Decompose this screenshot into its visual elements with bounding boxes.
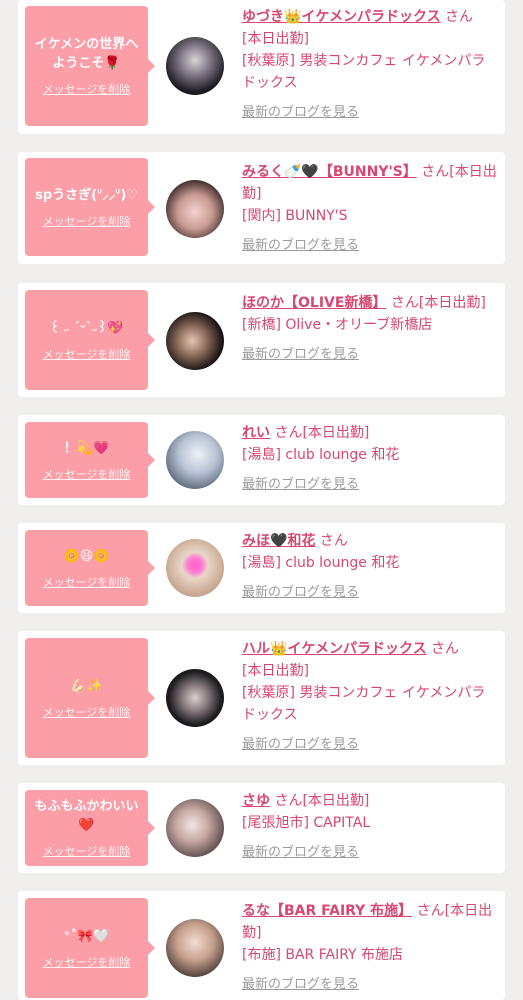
- latest-blog-link[interactable]: 最新のブログを見る: [242, 235, 498, 257]
- message-card: ！💫💗 メッセージを削除 れい さん[本日出勤] [湯島] club loung…: [18, 415, 505, 505]
- message-text: ꒰ ˶ ˊᵕˋ˶꒱💖: [49, 320, 124, 336]
- message-bubble: ！💫💗 メッセージを削除: [25, 422, 155, 498]
- honorific: さん: [390, 295, 419, 311]
- cast-name-link[interactable]: ほのか【OLIVE新橋】: [242, 295, 386, 311]
- cast-info: みほ🖤和花 さん [湯島] club lounge 和花 最新のブログを見る: [242, 530, 498, 604]
- cast-name-link[interactable]: れい: [242, 425, 270, 441]
- cast-info: さゆ さん[本日出勤] [尾張旭市] CAPITAL 最新のブログを見る: [242, 790, 498, 864]
- delete-message-link[interactable]: メッセージを削除: [43, 466, 131, 482]
- honorific: さん: [416, 903, 445, 919]
- message-bubble: spうさぎ(ᐡ⸝⸝ᐡ)♡ メッセージを削除: [25, 158, 155, 256]
- message-bubble: 💪🏻✨ メッセージを削除: [25, 638, 155, 758]
- avatar[interactable]: [166, 180, 224, 238]
- message-card: ⁺˚🎀🤍 メッセージを削除 るな【BAR FAIRY 布施】 さん[本日出勤] …: [18, 891, 505, 1000]
- shop-name: [関内] BUNNY'S: [242, 208, 348, 224]
- latest-blog-link[interactable]: 最新のブログを見る: [242, 474, 498, 496]
- work-status: [本日出勤]: [242, 31, 309, 47]
- avatar[interactable]: [166, 919, 224, 977]
- cast-name-link[interactable]: ハル👑イケメンパラドックス: [242, 641, 427, 657]
- delete-message-link[interactable]: メッセージを削除: [43, 81, 131, 97]
- shop-name: [湯島] club lounge 和花: [242, 447, 400, 463]
- message-card: spうさぎ(ᐡ⸝⸝ᐡ)♡ メッセージを削除 みるく🍼🖤【BUNNY'S】 さん[…: [18, 152, 505, 264]
- cast-info: みるく🍼🖤【BUNNY'S】 さん[本日出勤] [関内] BUNNY'S 最新の…: [242, 161, 498, 257]
- cast-name-link[interactable]: みるく🍼🖤【BUNNY'S】: [242, 164, 417, 180]
- cast-name-link[interactable]: ゆづき👑イケメンパラドックス: [242, 9, 441, 25]
- latest-blog-link[interactable]: 最新のブログを見る: [242, 734, 498, 756]
- avatar[interactable]: [166, 431, 224, 489]
- message-card: ꒰ ˶ ˊᵕˋ˶꒱💖 メッセージを削除 ほのか【OLIVE新橋】 さん[本日出勤…: [18, 283, 505, 397]
- shop-name: [新橋] Olive・オリーブ新橋店: [242, 317, 433, 333]
- message-bubble: ⁺˚🎀🤍 メッセージを削除: [25, 898, 155, 998]
- cast-name-link[interactable]: るな【BAR FAIRY 布施】: [242, 903, 412, 919]
- message-text: spうさぎ(ᐡ⸝⸝ᐡ)♡: [35, 187, 138, 203]
- honorific: さん: [319, 533, 348, 549]
- honorific: さん: [274, 425, 303, 441]
- message-text: ⁺˚🎀🤍: [63, 928, 110, 944]
- message-text: ！💫💗: [63, 440, 110, 456]
- honorific: さん: [274, 793, 303, 809]
- latest-blog-link[interactable]: 最新のブログを見る: [242, 974, 498, 996]
- avatar[interactable]: [166, 799, 224, 857]
- avatar[interactable]: [166, 37, 224, 95]
- work-status: [本日出勤]: [302, 425, 370, 441]
- honorific: さん: [445, 9, 474, 25]
- honorific: さん: [431, 641, 460, 657]
- avatar[interactable]: [166, 539, 224, 597]
- delete-message-link[interactable]: メッセージを削除: [43, 346, 131, 362]
- message-bubble: ꒰ ˶ ˊᵕˋ˶꒱💖 メッセージを削除: [25, 290, 155, 390]
- honorific: さん: [421, 164, 450, 180]
- shop-name: [秋葉原] 男装コンカフェ イケメンパラドックス: [242, 685, 486, 723]
- message-card: 💪🏻✨ メッセージを削除 ハル👑イケメンパラドックス さん [本日出勤] [秋葉…: [18, 631, 505, 765]
- cast-info: ハル👑イケメンパラドックス さん [本日出勤] [秋葉原] 男装コンカフェ イケ…: [242, 638, 498, 756]
- message-text: もふもふかわいい❤️: [34, 799, 139, 833]
- message-card: もふもふかわいい❤️ メッセージを削除 さゆ さん[本日出勤] [尾張旭市] C…: [18, 783, 505, 873]
- shop-name: [秋葉原] 男装コンカフェ イケメンパラドックス: [242, 53, 486, 91]
- latest-blog-link[interactable]: 最新のブログを見る: [242, 582, 498, 604]
- work-status: [本日出勤]: [242, 663, 309, 679]
- delete-message-link[interactable]: メッセージを削除: [43, 704, 131, 720]
- latest-blog-link[interactable]: 最新のブログを見る: [242, 102, 498, 124]
- work-status: [本日出勤]: [418, 295, 486, 311]
- message-text: イケメンの世界へようこそ🌹: [34, 37, 139, 71]
- shop-name: [布施] BAR FAIRY 布施店: [242, 947, 404, 963]
- cast-info: れい さん[本日出勤] [湯島] club lounge 和花 最新のブログを見…: [242, 422, 498, 496]
- message-bubble: イケメンの世界へようこそ🌹 メッセージを削除: [25, 6, 155, 126]
- message-bubble: 🌼😆🌼 メッセージを削除: [25, 530, 155, 606]
- avatar[interactable]: [166, 312, 224, 370]
- cast-info: るな【BAR FAIRY 布施】 さん[本日出勤] [布施] BAR FAIRY…: [242, 900, 498, 996]
- shop-name: [尾張旭市] CAPITAL: [242, 815, 371, 831]
- message-text: 🌼😆🌼: [63, 548, 110, 564]
- delete-message-link[interactable]: メッセージを削除: [43, 843, 131, 859]
- delete-message-link[interactable]: メッセージを削除: [43, 574, 131, 590]
- shop-name: [湯島] club lounge 和花: [242, 555, 400, 571]
- avatar[interactable]: [166, 669, 224, 727]
- delete-message-link[interactable]: メッセージを削除: [43, 954, 131, 970]
- message-bubble: もふもふかわいい❤️ メッセージを削除: [25, 790, 155, 866]
- message-text: 💪🏻✨: [70, 678, 103, 694]
- work-status: [本日出勤]: [302, 793, 370, 809]
- cast-name-link[interactable]: さゆ: [242, 793, 270, 809]
- cast-info: ほのか【OLIVE新橋】 さん[本日出勤] [新橋] Olive・オリーブ新橋店…: [242, 292, 498, 366]
- message-card: イケメンの世界へようこそ🌹 メッセージを削除 ゆづき👑イケメンパラドックス さん…: [18, 0, 505, 134]
- latest-blog-link[interactable]: 最新のブログを見る: [242, 842, 498, 864]
- message-card: 🌼😆🌼 メッセージを削除 みほ🖤和花 さん [湯島] club lounge 和…: [18, 523, 505, 613]
- latest-blog-link[interactable]: 最新のブログを見る: [242, 344, 498, 366]
- cast-name-link[interactable]: みほ🖤和花: [242, 533, 315, 549]
- delete-message-link[interactable]: メッセージを削除: [43, 213, 131, 229]
- cast-info: ゆづき👑イケメンパラドックス さん [本日出勤] [秋葉原] 男装コンカフェ イ…: [242, 6, 498, 124]
